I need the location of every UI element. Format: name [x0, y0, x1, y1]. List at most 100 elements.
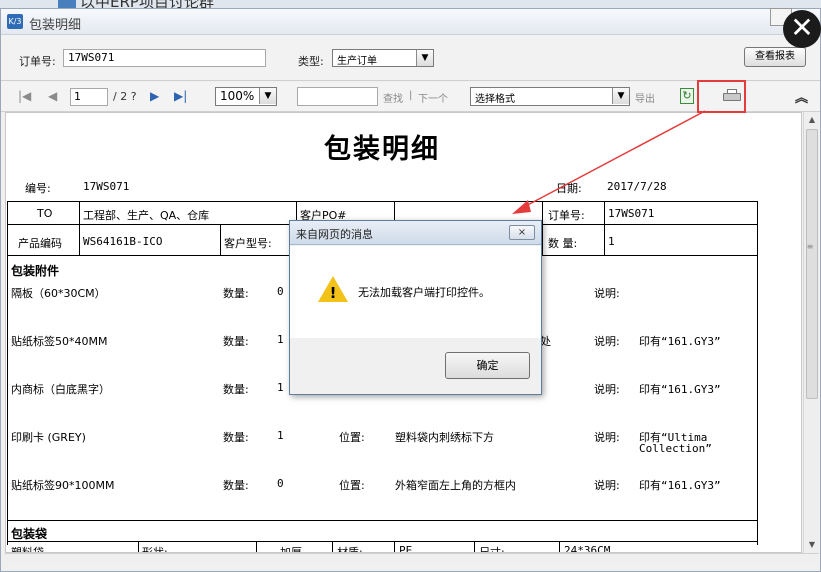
item-name: 贴纸标签50*40MM [11, 335, 108, 348]
zoom-value: 100% [220, 89, 255, 103]
item-note-label: 说明: [594, 479, 620, 492]
print-highlight-annotation [697, 80, 746, 113]
scrollbar-thumb[interactable] [806, 129, 818, 399]
date-value: 2017/7/28 [607, 180, 667, 193]
table-line [394, 541, 395, 552]
date-label: 日期: [556, 182, 582, 195]
zoom-select[interactable]: 100% ▼ [215, 87, 277, 106]
item-note-label: 说明: [594, 383, 620, 396]
order-number-label: 订单号: [19, 55, 56, 68]
table-line [559, 541, 560, 552]
page-number-input[interactable]: 1 [70, 88, 108, 106]
warning-exclamation-icon: ! [329, 284, 337, 302]
to-label: TO [37, 207, 53, 220]
item-qty: 1 [277, 429, 284, 442]
previous-page-icon[interactable]: ◀ [48, 89, 57, 103]
table-line [7, 201, 758, 202]
code-label: 编号: [25, 182, 51, 195]
item-name: 贴纸标签90*100MM [11, 479, 115, 492]
vertical-scrollbar[interactable]: ▲ ≡ ▼ [803, 112, 819, 553]
background-text: 以中ERP项目讨论群 [80, 0, 214, 8]
find-next-link[interactable]: 下一个 [418, 90, 448, 105]
first-page-icon[interactable]: |◀ [18, 89, 31, 103]
dialog-ok-button[interactable]: 确定 [445, 352, 530, 379]
type-select-value: 生产订单 [337, 56, 377, 67]
item-qty-label: 数量: [223, 383, 249, 396]
item-qty: 0 [277, 285, 284, 298]
chevron-down-icon[interactable]: ▼ [612, 88, 629, 104]
item-name: 印刷卡 (GREY) [11, 431, 86, 444]
section-packaging-bags: 包装袋 [11, 527, 48, 541]
item-qty-label: 数量: [223, 335, 249, 348]
item-qty-label: 数量: [223, 479, 249, 492]
dialog-message: 无法加载客户端打印控件。 [358, 286, 490, 299]
code-value: 17WS071 [83, 180, 130, 193]
bag-material: PE [399, 544, 413, 553]
window-titlebar: K/3 包装明细 [1, 9, 820, 35]
item-qty: 1 [277, 381, 284, 394]
dialog-body: ! 无法加载客户端打印控件。 [290, 246, 541, 338]
close-icon[interactable]: ✕ [783, 10, 821, 48]
quantity-value: 1 [608, 235, 615, 248]
dialog-title: 来自网页的消息 [296, 228, 373, 241]
bag-material-label: 材质: [337, 546, 363, 553]
order-number-cell-label: 订单号: [548, 209, 585, 222]
refresh-icon[interactable]: ↻ [680, 88, 694, 104]
order-number-input[interactable]: 17WS071 [63, 49, 266, 67]
item-qty-label: 数量: [223, 431, 249, 444]
customer-model-label: 客户型号: [224, 237, 272, 250]
background-app-icon [58, 0, 76, 8]
table-line [7, 201, 8, 255]
scroll-up-icon[interactable]: ▲ [804, 112, 820, 128]
item-note: 印有“161.GY3” [639, 335, 721, 348]
table-line [256, 541, 257, 552]
table-line [7, 255, 8, 545]
table-line [604, 201, 605, 255]
toolbar-separator: | [409, 90, 413, 101]
export-format-select[interactable]: 选择格式 ▼ [470, 87, 630, 106]
bag-size: 24*36CM [564, 544, 611, 553]
export-link[interactable]: 导出 [635, 90, 655, 105]
chevron-down-icon[interactable]: ▼ [416, 50, 433, 66]
find-link[interactable]: 查找 [383, 90, 403, 105]
item-note-label: 说明: [594, 431, 620, 444]
find-input[interactable] [297, 87, 378, 106]
product-code-label: 产品编码 [18, 237, 62, 250]
item-name: 隔板（60*30CM） [11, 287, 106, 300]
item-qty: 1 [277, 333, 284, 346]
window-title: 包装明细 [29, 18, 82, 33]
export-format-value: 选择格式 [475, 94, 515, 105]
last-page-icon[interactable]: ▶| [174, 89, 187, 103]
item-note: 印有“161.GY3” [639, 383, 721, 396]
item-position: 塑料袋内刺绣标下方 [395, 431, 494, 444]
table-line [542, 201, 543, 255]
report-title: 包装明细 [324, 134, 440, 165]
item-note-continued: Collection” [639, 442, 712, 455]
table-line [7, 541, 758, 542]
table-line [220, 224, 221, 255]
type-select[interactable]: 生产订单 ▼ [332, 49, 434, 67]
chevron-down-icon[interactable]: ▼ [259, 88, 276, 104]
type-label: 类型: [298, 55, 324, 68]
scroll-down-icon[interactable]: ▼ [804, 537, 820, 553]
message-dialog: 来自网页的消息 × ! 无法加载客户端打印控件。 确定 [289, 220, 542, 395]
filter-bar: 订单号: 17WS071 类型: 生产订单 ▼ 查看报表 [1, 35, 820, 81]
item-qty-label: 数量: [223, 287, 249, 300]
table-line [7, 520, 758, 521]
next-page-icon[interactable]: ▶ [150, 89, 159, 103]
horizontal-scrollbar[interactable] [5, 553, 819, 563]
collapse-up-icon[interactable]: ︽ [795, 87, 808, 106]
item-position-label: 位置: [339, 479, 365, 492]
bag-type: 塑料袋 [11, 546, 44, 553]
order-number-cell-value: 17WS071 [608, 207, 655, 220]
view-report-button[interactable]: 查看报表 [744, 47, 806, 67]
table-line [757, 255, 758, 545]
to-value: 工程部、生产、QA、仓库 [83, 209, 210, 222]
table-line [79, 201, 80, 255]
bag-size-label: 尺寸: [479, 546, 505, 553]
table-line [138, 541, 139, 552]
dialog-close-button[interactable]: × [509, 225, 535, 240]
item-qty: 0 [277, 477, 284, 490]
item-position-label: 位置: [339, 431, 365, 444]
scroll-grip-icon: ≡ [806, 242, 814, 251]
